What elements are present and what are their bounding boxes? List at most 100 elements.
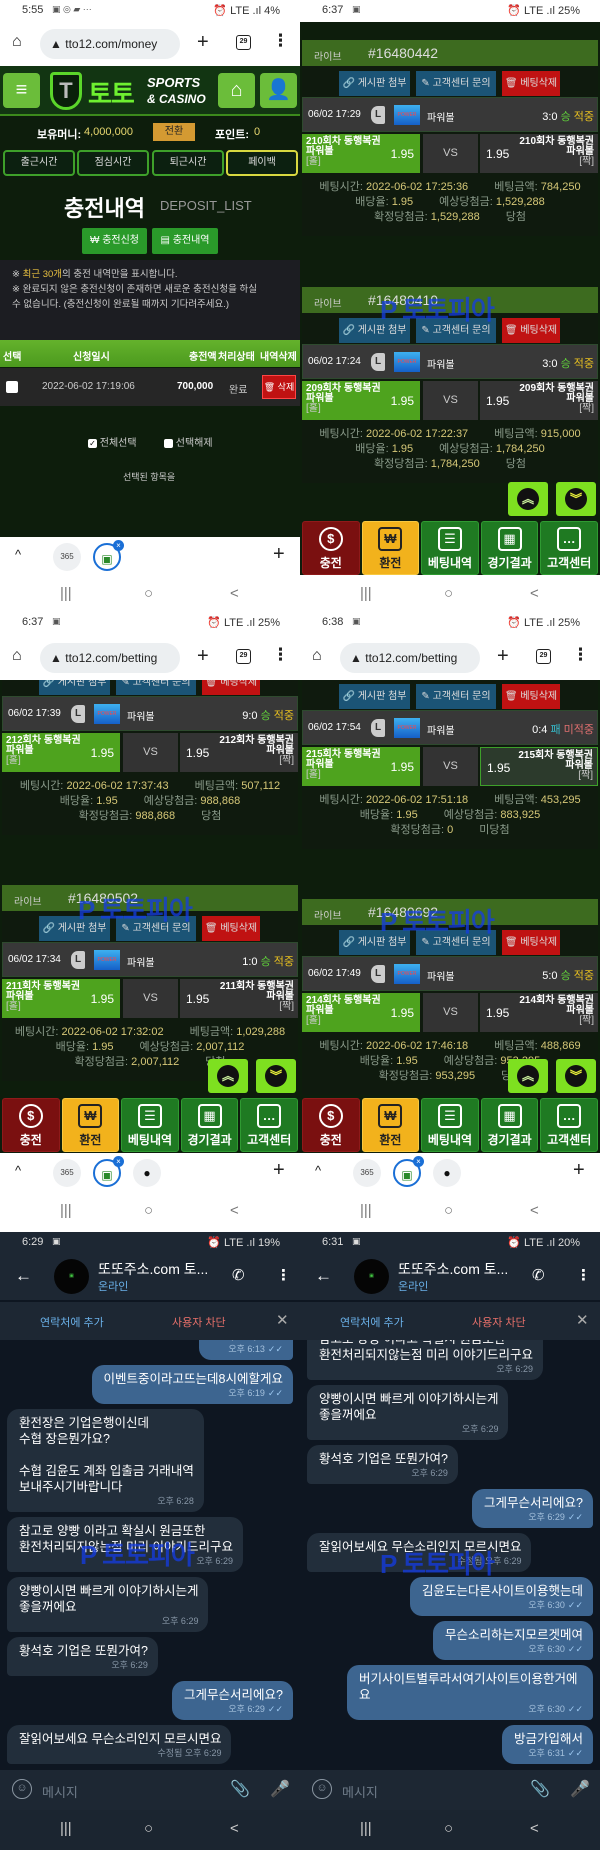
convert-button[interactable]: 전환 — [153, 123, 195, 141]
block-user-button[interactable]: 사용자 차단 — [172, 1314, 226, 1330]
add-tab-button[interactable]: + — [573, 1159, 585, 1182]
incoming-message[interactable]: 참고로 양빵 이라고 확실시 원금또한 환전처리되지않는점 미리 이야기드리구요… — [307, 1340, 543, 1380]
chat-title[interactable]: 또또주소.com 토... — [398, 1259, 508, 1279]
scroll-down-button[interactable]: ︾ — [256, 1059, 296, 1093]
delete-bet-button[interactable]: 🗑 베팅삭제 — [202, 916, 260, 941]
time-button-work-start[interactable]: 출근시간 — [3, 150, 75, 176]
back-arrow-icon[interactable]: ← — [15, 1266, 32, 1286]
incoming-message[interactable]: 황석호 기업은 또뭔가여? 오후 6:29 — [307, 1445, 458, 1484]
board-attach-button[interactable]: 🔗 게시판 첨부 — [39, 680, 110, 695]
cs-inquiry-button[interactable]: ✎ 고객센터 문의 — [416, 71, 496, 96]
globe-tab-icon[interactable]: ● — [133, 1159, 161, 1187]
scroll-down-button[interactable]: ︾ — [556, 1059, 596, 1093]
more-menu-icon[interactable]: ⋮ — [572, 645, 589, 665]
back-nav-button[interactable]: < — [530, 1202, 539, 1219]
nav-game-results-button[interactable]: ▦ 경기결과 — [480, 1098, 539, 1152]
delete-bet-button[interactable]: 🗑 베팅삭제 — [202, 680, 260, 695]
contact-avatar[interactable]: ▣ — [354, 1259, 389, 1294]
back-nav-button[interactable]: < — [530, 585, 539, 602]
deselect-checkbox[interactable]: 선택해제 — [164, 434, 213, 449]
scroll-down-button[interactable]: ︾ — [556, 482, 596, 516]
add-contact-button[interactable]: 연락처에 추가 — [340, 1314, 404, 1330]
away-pick[interactable]: 210회차 동행복권 파워볼 [짝] 1.95 — [480, 134, 598, 173]
emoji-icon[interactable]: ☺ — [12, 1779, 32, 1799]
emoji-icon[interactable]: ☺ — [312, 1779, 332, 1799]
tab-thumbnail[interactable]: 365 — [353, 1159, 381, 1187]
back-nav-button[interactable]: < — [530, 1820, 539, 1837]
tab-count-button[interactable]: 29 — [236, 35, 251, 50]
url-field[interactable]: ▲ tto12.com/money — [40, 29, 180, 59]
nav-deposit-button[interactable]: $ 충전 — [302, 1098, 360, 1152]
recent-apps-button[interactable]: ||| — [60, 1202, 72, 1219]
close-tab-icon[interactable]: × — [113, 1156, 124, 1167]
nav-bet-history-button[interactable]: ☰ 베팅내역 — [421, 1098, 479, 1152]
select-all-checkbox[interactable]: ✓ 전체선택 — [88, 434, 137, 449]
nav-customer-center-button[interactable]: … 고객센터 — [240, 1098, 298, 1152]
nav-bet-history-button[interactable]: ☰ 베팅내역 — [121, 1098, 179, 1152]
active-tab-thumbnail[interactable]: ▣ × — [93, 540, 124, 571]
nav-customer-center-button[interactable]: … 고객센터 — [540, 521, 598, 575]
row-delete-button[interactable]: 🗑 삭제 — [262, 375, 296, 399]
nav-game-results-button[interactable]: ▦ 경기결과 — [180, 1098, 239, 1152]
chat-title[interactable]: 또또주소.com 토... — [98, 1259, 208, 1279]
outgoing-message[interactable]: 버기사이트별루라서여기사이트이용한거에요 오후 6:30 ✓✓ — [347, 1665, 593, 1720]
chevron-up-icon[interactable]: ^ — [15, 547, 21, 562]
new-tab-button[interactable]: + — [197, 31, 209, 54]
site-logo[interactable]: T 토토 SPORTS & CASINO — [50, 72, 210, 110]
cs-inquiry-button[interactable]: ✎ 고객센터 문의 — [416, 684, 496, 709]
row-checkbox[interactable] — [6, 381, 18, 393]
cs-inquiry-button[interactable]: ✎ 고객센터 문의 — [116, 680, 196, 695]
tab-thumbnail[interactable]: 365 — [53, 1159, 81, 1187]
active-tab-thumbnail[interactable]: ▣ × — [393, 1156, 424, 1187]
delete-bet-button[interactable]: 🗑 베팅삭제 — [502, 684, 560, 709]
chevron-up-icon[interactable]: ^ — [15, 1163, 21, 1178]
attach-icon[interactable]: 📎 — [530, 1779, 550, 1799]
nav-withdraw-button[interactable]: ₩ 환전 — [361, 521, 420, 575]
block-user-button[interactable]: 사용자 차단 — [472, 1314, 526, 1330]
deposit-request-button[interactable]: ₩ 충전신청 — [82, 228, 147, 254]
scroll-up-button[interactable]: ︽ — [208, 1059, 248, 1093]
microphone-icon[interactable]: 🎤 — [270, 1779, 290, 1799]
away-pick[interactable]: 212회차 동행복권 파워볼 [짝] 1.95 — [180, 733, 298, 772]
outgoing-message[interactable]: 방금가입해서 오후 6:31 ✓✓ — [501, 1725, 593, 1764]
phone-icon[interactable]: ✆ — [532, 1266, 545, 1284]
add-tab-button[interactable]: + — [273, 543, 285, 566]
microphone-icon[interactable]: 🎤 — [570, 1779, 590, 1799]
home-pick[interactable]: 209회차 동행복권 파워볼 [홀] 1.95 — [302, 381, 420, 420]
message-input[interactable]: 메시지 — [342, 1782, 378, 1801]
outgoing-message[interactable]: 김윤도는다른사이트이용햇는데 오후 6:30 ✓✓ — [409, 1577, 593, 1616]
board-attach-button[interactable]: 🔗 게시판 첨부 — [339, 71, 410, 96]
more-vert-icon[interactable]: ⋮ — [276, 1266, 291, 1284]
back-nav-button[interactable]: < — [230, 1820, 239, 1837]
outgoing-message[interactable]: 이벤트중이라고뜨는데8시에할게요 오후 6:19 ✓✓ — [91, 1365, 293, 1404]
away-pick[interactable]: 214회차 동행복권 파워볼 [짝] 1.95 — [480, 993, 598, 1032]
globe-tab-icon[interactable]: ● — [433, 1159, 461, 1187]
away-pick[interactable]: 215회차 동행복권 파워볼 [짝] 1.95 — [480, 747, 598, 786]
tab-count-button[interactable]: 29 — [236, 649, 251, 664]
back-nav-button[interactable]: < — [230, 585, 239, 602]
close-tab-icon[interactable]: × — [413, 1156, 424, 1167]
time-button-lunch[interactable]: 점심시간 — [77, 150, 149, 176]
message-input[interactable]: 메시지 — [42, 1782, 78, 1801]
recent-apps-button[interactable]: ||| — [360, 1820, 372, 1837]
active-tab-thumbnail[interactable]: ▣ × — [93, 1156, 124, 1187]
back-arrow-icon[interactable]: ← — [315, 1266, 332, 1286]
home-pick[interactable]: 212회차 동행복권 파워볼 [홀] 1.95 — [2, 733, 120, 772]
home-nav-button[interactable]: ○ — [144, 1820, 153, 1837]
nav-withdraw-button[interactable]: ₩ 환전 — [361, 1098, 420, 1152]
phone-icon[interactable]: ✆ — [232, 1266, 245, 1284]
home-nav-button[interactable]: ○ — [444, 1202, 453, 1219]
outgoing-message[interactable]: 그게무슨서리에요? 오후 6:29 ✓✓ — [172, 1681, 293, 1720]
add-tab-button[interactable]: + — [273, 1159, 285, 1182]
delete-bet-button[interactable]: 🗑 베팅삭제 — [502, 930, 560, 955]
home-icon[interactable]: ⌂ — [12, 647, 22, 665]
nav-deposit-button[interactable]: $ 충전 — [302, 521, 360, 575]
deposit-history-button[interactable]: ▤ 충전내역 — [152, 228, 218, 254]
more-vert-icon[interactable]: ⋮ — [576, 1266, 591, 1284]
close-icon[interactable]: ✕ — [576, 1311, 589, 1329]
url-field[interactable]: ▲ tto12.com/betting — [40, 643, 180, 673]
incoming-message[interactable]: 황석호 기업은 또뭔가여? 오후 6:29 — [7, 1637, 158, 1676]
recent-apps-button[interactable]: ||| — [60, 585, 72, 602]
home-nav-button[interactable]: ○ — [144, 1202, 153, 1219]
attach-icon[interactable]: 📎 — [230, 1779, 250, 1799]
